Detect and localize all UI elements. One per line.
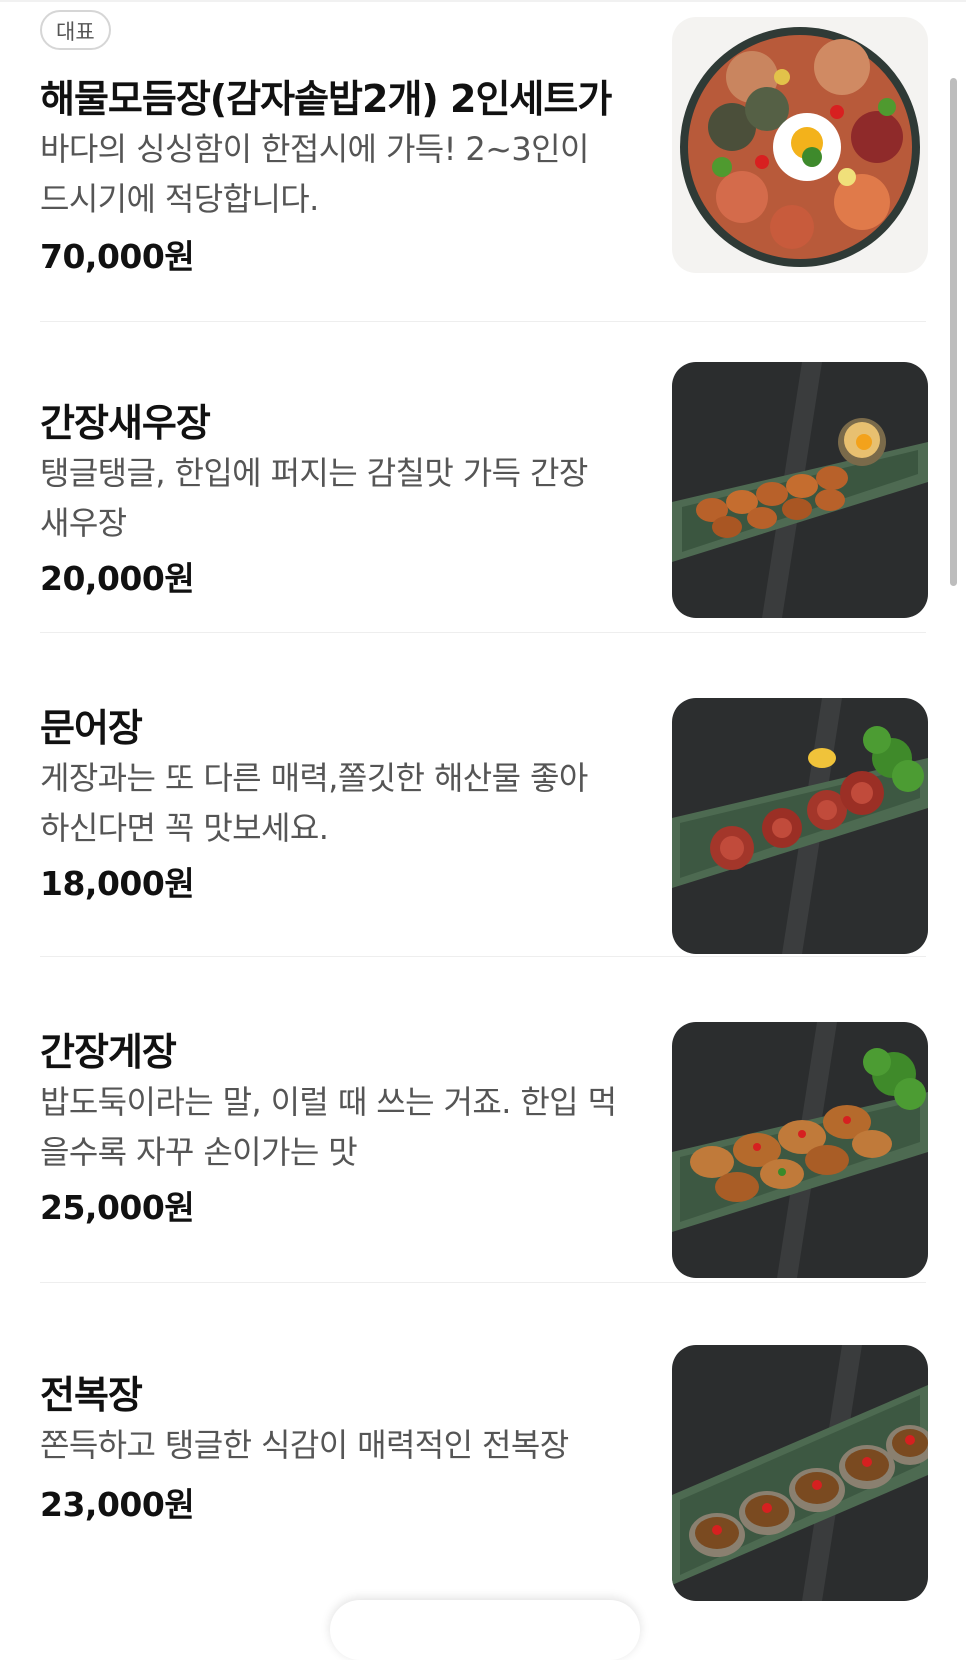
menu-item-name: 간장게장 [40, 1030, 177, 1074]
scrollbar[interactable] [950, 78, 957, 586]
menu-item-abalone[interactable]: 전복장 쫀득하고 탱글한 식감이 매력적인 전복장 23,000원 [40, 1304, 928, 1629]
item-divider [40, 1282, 926, 1283]
menu-item-description: 바다의 싱싱함이 한접시에 가득! 2~3인이 드시기에 적당합니다. [40, 130, 589, 218]
item-divider [40, 956, 926, 957]
soy-crab-photo[interactable] [672, 1022, 928, 1278]
abalone-photo[interactable] [672, 1345, 928, 1601]
menu-item-description: 게장과는 또 다른 매력,쫄깃한 해산물 좋아 하신다면 꼭 맛보세요. [40, 759, 588, 847]
soy-shrimp-photo[interactable] [672, 362, 928, 618]
menu-item-name: 문어장 [40, 706, 143, 750]
menu-item-price: 25,000원 [40, 1188, 195, 1227]
menu-item-octopus[interactable]: 문어장 게장과는 또 다른 매력,쫄깃한 해산물 좋아 하신다면 꼭 맛보세요.… [40, 657, 928, 981]
menu-item-price: 23,000원 [40, 1485, 195, 1524]
menu-item-description: 탱글탱글, 한입에 퍼지는 감칠맛 가득 간장 새우장 [40, 454, 588, 542]
octopus-image [672, 698, 928, 954]
menu-list: 대표 해물모듬장(감자솥밥2개) 2인세트가 바다의 싱싱함이 한접시에 가득!… [0, 0, 966, 1629]
menu-item-soy-crab[interactable]: 간장게장 밥도둑이라는 말, 이럴 때 쓰는 거죠. 한입 먹을수록 자꾸 손이… [40, 981, 928, 1304]
menu-item-soy-shrimp[interactable]: 간장새우장 탱글탱글, 한입에 퍼지는 감칠맛 가득 간장 새우장 20,000… [40, 322, 928, 657]
menu-item-name: 간장새우장 [40, 401, 211, 445]
abalone-image [672, 1345, 928, 1601]
menu-item-name: 해물모듬장(감자솥밥2개) 2인세트가 [40, 77, 612, 121]
seafood-platter-photo[interactable] [672, 17, 928, 273]
menu-item-description: 쫀득하고 탱글한 식감이 매력적인 전복장 [40, 1426, 569, 1464]
menu-item-price: 18,000원 [40, 864, 195, 903]
menu-item-price: 70,000원 [40, 237, 195, 276]
bottom-floating-bar [330, 1600, 640, 1660]
octopus-photo[interactable] [672, 698, 928, 954]
menu-item-description: 밥도둑이라는 말, 이럴 때 쓰는 거죠. 한입 먹을수록 자꾸 손이가는 맛 [40, 1083, 617, 1171]
menu-item-seafood-set[interactable]: 대표 해물모듬장(감자솥밥2개) 2인세트가 바다의 싱싱함이 한접시에 가득!… [40, 0, 928, 322]
soy-crab-image [672, 1022, 928, 1278]
menu-item-name: 전복장 [40, 1373, 143, 1417]
soy-shrimp-image [672, 362, 928, 618]
menu-item-price: 20,000원 [40, 559, 195, 598]
seafood-platter-image [672, 17, 928, 273]
signature-badge: 대표 [40, 10, 111, 50]
item-divider [40, 632, 926, 633]
